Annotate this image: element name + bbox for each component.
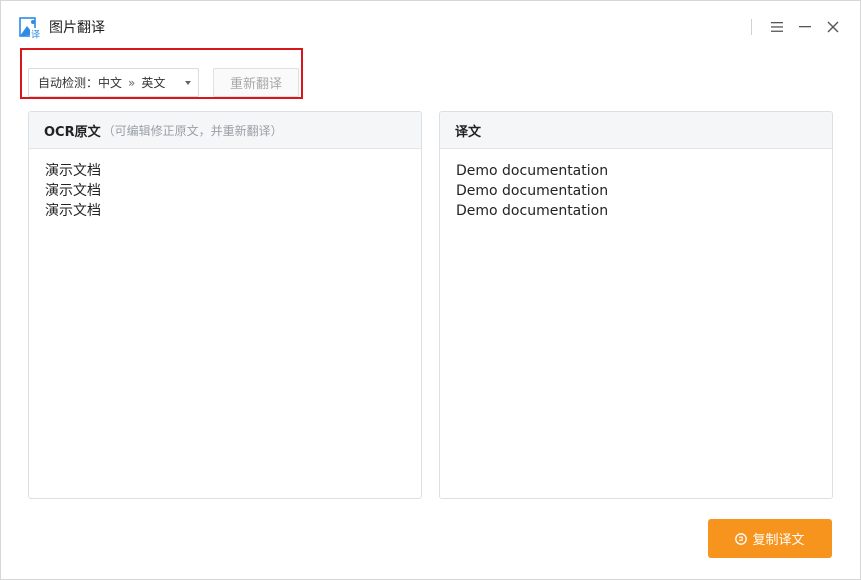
source-language: 自动检测：中文 xyxy=(38,76,123,90)
translation-line: Demo documentation xyxy=(456,203,609,219)
source-line: 演示文档 xyxy=(45,183,101,199)
source-line: 演示文档 xyxy=(45,163,101,179)
translation-line: Demo documentation xyxy=(456,163,609,179)
image-translate-icon: 译 xyxy=(19,17,41,41)
direction-separator: » xyxy=(128,75,136,90)
retranslate-button[interactable]: 重新翻译 xyxy=(213,68,299,97)
language-select[interactable]: 自动检测：中文 » 英文 xyxy=(28,68,199,97)
caret-down-icon xyxy=(185,81,191,85)
minimize-icon[interactable] xyxy=(795,17,815,37)
app-window: 译 图片翻译 自动检测：中文 » 英文 重新翻译 OCR原文 （可编辑修正原文，… xyxy=(0,0,861,580)
target-language: 英文 xyxy=(141,76,166,90)
copy-translation-label: 复制译文 xyxy=(752,533,805,548)
ocr-source-panel: OCR原文 （可编辑修正原文，并重新翻译） 演示文档 演示文档 演示文档 xyxy=(28,111,422,499)
titlebar-divider xyxy=(751,19,752,35)
close-icon[interactable] xyxy=(823,17,843,37)
translation-text: Demo documentation Demo documentation De… xyxy=(440,149,832,233)
source-line: 演示文档 xyxy=(45,203,101,219)
svg-text:译: 译 xyxy=(31,30,40,40)
source-panel-hint: （可编辑修正原文，并重新翻译） xyxy=(102,123,283,138)
translation-panel-title: 译文 xyxy=(455,124,482,140)
translation-line: Demo documentation xyxy=(456,183,609,199)
translation-panel: 译文 Demo documentation Demo documentation… xyxy=(439,111,833,499)
title-bar: 译 图片翻译 xyxy=(1,1,860,53)
copy-icon xyxy=(735,532,748,545)
menu-icon[interactable] xyxy=(767,17,787,37)
source-panel-header: OCR原文 （可编辑修正原文，并重新翻译） xyxy=(29,112,421,149)
translation-panel-header: 译文 xyxy=(440,112,832,149)
source-panel-title: OCR原文 xyxy=(44,124,101,140)
source-text-editor[interactable]: 演示文档 演示文档 演示文档 xyxy=(29,149,421,233)
window-title: 图片翻译 xyxy=(49,20,105,36)
copy-translation-button[interactable]: 复制译文 xyxy=(708,519,832,558)
